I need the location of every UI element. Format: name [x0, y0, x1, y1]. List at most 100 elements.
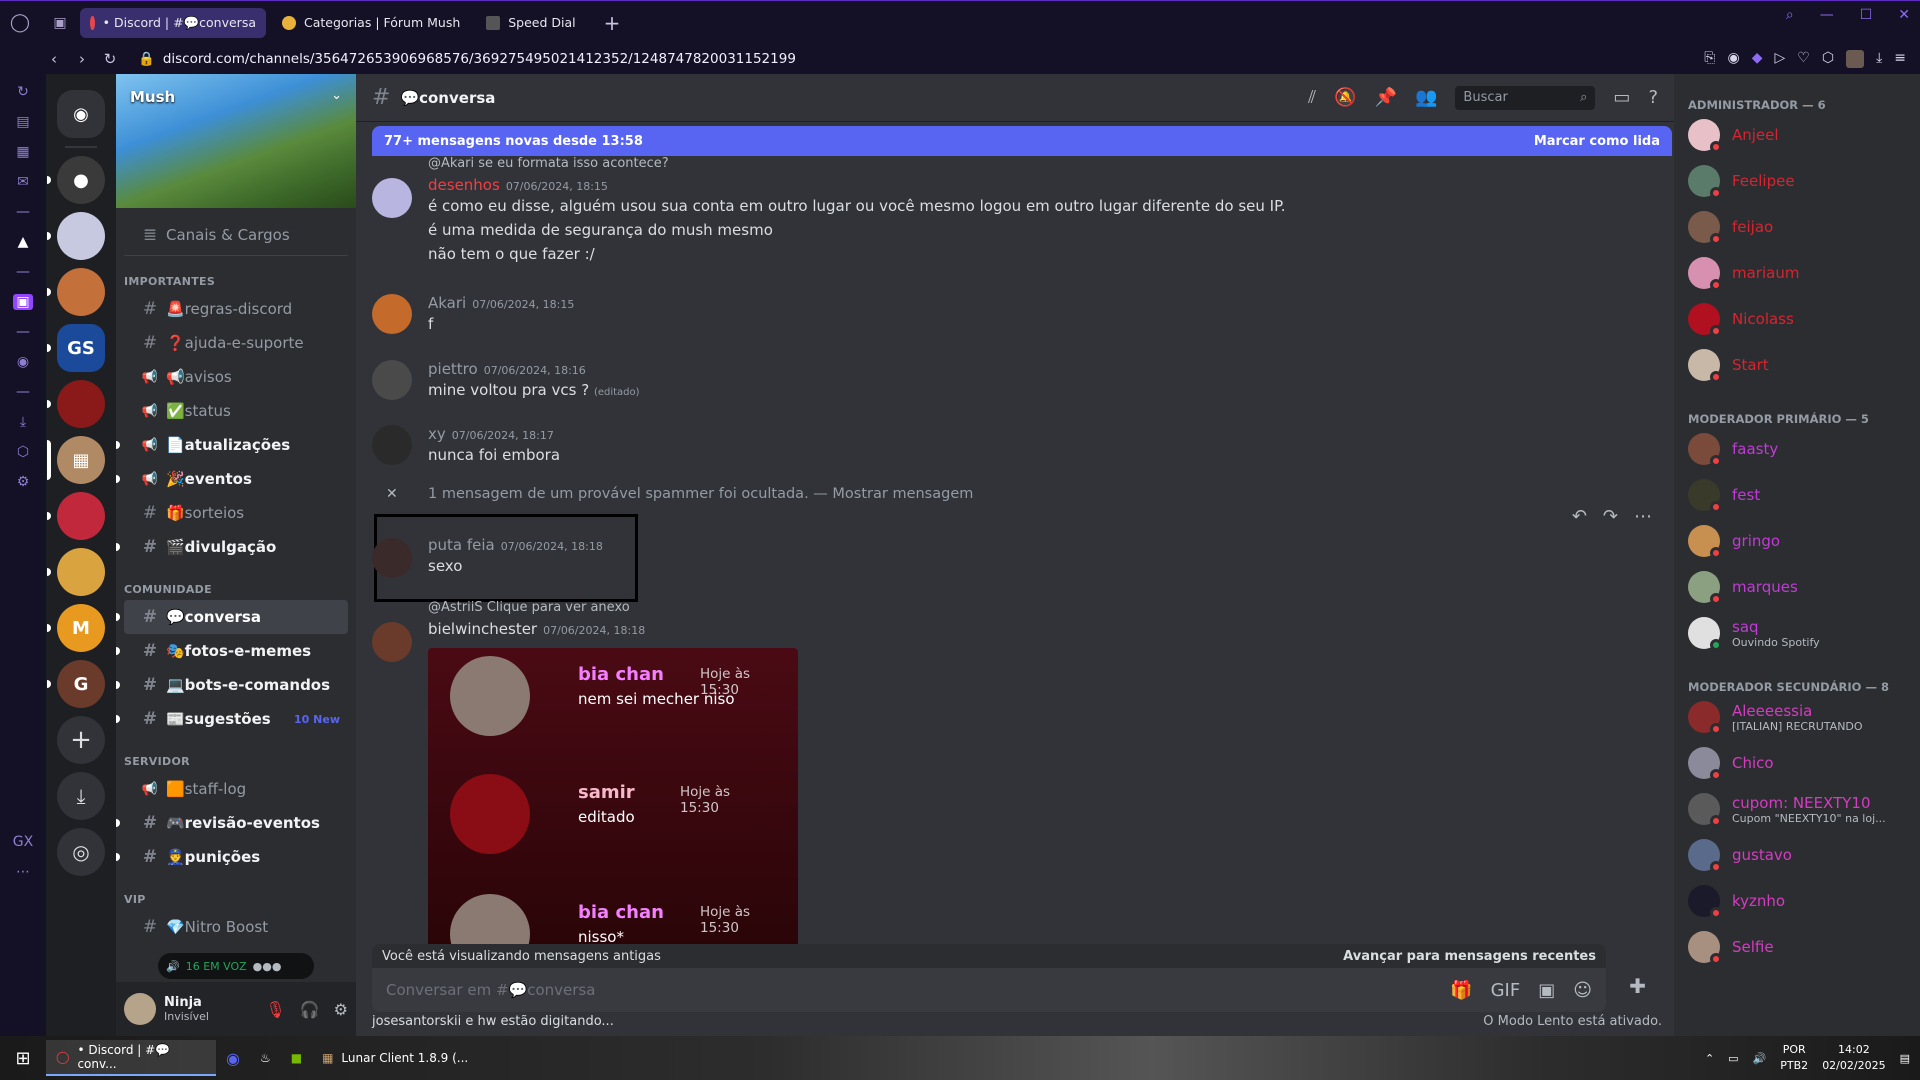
new-messages-bar[interactable]: 77+ mensagens novas desde 13:58 Marcar c…: [372, 126, 1672, 156]
server-icon-gs[interactable]: GS: [47, 324, 105, 372]
reload-button[interactable]: ↻: [96, 50, 124, 68]
workspace-icon[interactable]: ▣: [40, 15, 80, 31]
snapshot-icon[interactable]: ⎘: [1704, 50, 1715, 68]
channel-item[interactable]: # 🚨regras-discord: [124, 292, 348, 326]
member-item[interactable]: gustavo: [1682, 832, 1912, 878]
sticker-icon[interactable]: ▣: [1538, 980, 1555, 1001]
author-avatar[interactable]: [372, 360, 412, 400]
vpn-icon[interactable]: ◆: [1752, 50, 1763, 68]
help-icon[interactable]: ?: [1648, 87, 1658, 108]
author-name[interactable]: Akari: [428, 294, 466, 312]
author-avatar[interactable]: [372, 538, 412, 578]
maximize-button[interactable]: ☐: [1860, 7, 1873, 23]
notifications-icon[interactable]: ▤: [1900, 1052, 1910, 1065]
message[interactable]: xy 07/06/2024, 18:17 nunca foi embora: [372, 425, 1662, 467]
category-header[interactable]: SERVIDOR: [116, 742, 356, 772]
member-item[interactable]: fest: [1682, 472, 1912, 518]
download-apps-button[interactable]: ⤓: [57, 772, 105, 820]
member-item[interactable]: kyznho: [1682, 878, 1912, 924]
channel-item[interactable]: # 🎭fotos-e-memes: [116, 634, 348, 668]
discord-home-icon[interactable]: ◉: [57, 90, 105, 138]
server-icon-m[interactable]: M: [47, 604, 105, 652]
channel-item[interactable]: # 📰sugestões 10 New: [116, 702, 348, 736]
reply-preview[interactable]: @AstriiS Clique para ver anexo: [428, 600, 1662, 620]
extensions-icon[interactable]: ⬡: [1822, 50, 1834, 68]
emoji-icon[interactable]: ☺: [1573, 980, 1592, 1001]
close-icon[interactable]: ✕: [386, 486, 398, 502]
opera-logo-icon[interactable]: ◯: [0, 12, 40, 33]
reply-icon[interactable]: ↶: [1572, 506, 1587, 527]
settings-icon[interactable]: ⚙: [17, 474, 30, 490]
notifications-muted-icon[interactable]: 🔕: [1334, 87, 1356, 108]
threads-icon[interactable]: ⫽: [1308, 87, 1316, 108]
cube-icon[interactable]: ⬡: [17, 444, 29, 460]
channel-item[interactable]: # 👮punições: [116, 840, 348, 874]
author-avatar[interactable]: [372, 178, 412, 218]
channel-item[interactable]: 📢 🎉eventos: [116, 462, 348, 496]
message[interactable]: @Akari se eu formata isso acontece? dese…: [372, 156, 1662, 266]
tab-speed-dial[interactable]: Speed Dial: [476, 8, 585, 38]
author-avatar[interactable]: [372, 425, 412, 465]
pin-icon[interactable]: 📌: [1375, 87, 1397, 108]
member-list-icon[interactable]: 👥: [1415, 87, 1437, 108]
twitch-icon[interactable]: ▦: [16, 144, 29, 160]
server-banner[interactable]: Mush ⌄: [116, 74, 356, 208]
channel-item[interactable]: # 🎮revisão-eventos: [116, 806, 348, 840]
network-icon[interactable]: ▭: [1728, 1052, 1738, 1065]
send-icon[interactable]: ▷: [1774, 50, 1785, 68]
member-item[interactable]: faasty: [1682, 426, 1912, 472]
jump-to-present-button[interactable]: Avançar para mensagens recentes: [1343, 949, 1596, 964]
taskbar-lunar[interactable]: ▦ Lunar Client 1.8.9 (...: [312, 1040, 478, 1076]
volume-icon[interactable]: 🔊: [1753, 1052, 1767, 1065]
channel-item[interactable]: # 💻bots-e-comandos: [116, 668, 348, 702]
forward-icon[interactable]: ↷: [1603, 506, 1618, 527]
member-item[interactable]: gringo: [1682, 518, 1912, 564]
menu-icon[interactable]: ≡: [1894, 50, 1906, 68]
more-options-icon[interactable]: ⋯: [1634, 506, 1652, 527]
add-server-button[interactable]: +: [57, 716, 105, 764]
server-icon-2[interactable]: [47, 212, 105, 260]
headphones-icon[interactable]: 🎧: [300, 1000, 320, 1019]
twitch-app-icon[interactable]: ▣: [13, 294, 33, 310]
message[interactable]: Akari 07/06/2024, 18:15 f: [372, 294, 1662, 336]
taskbar-discord[interactable]: ◉: [216, 1040, 250, 1076]
channel-item[interactable]: # 💎Nitro Boost: [124, 910, 348, 944]
windows-start-icon[interactable]: ⊞: [0, 1048, 46, 1069]
voice-indicator[interactable]: 🔊 16 EM VOZ ●●●: [158, 953, 314, 979]
taskbar-nvidia[interactable]: ■: [281, 1040, 312, 1076]
explore-servers-button[interactable]: ◎: [57, 828, 105, 876]
gx-logo-icon[interactable]: GX: [13, 834, 33, 850]
more-icon[interactable]: ⋯: [16, 864, 30, 880]
member-item[interactable]: saq Ouvindo Spotify: [1682, 610, 1912, 656]
forward-button[interactable]: ›: [68, 50, 96, 68]
settings-gear-icon[interactable]: ⚙: [334, 1000, 348, 1019]
author-name[interactable]: xy: [428, 425, 446, 443]
author-name[interactable]: bielwinchester: [428, 620, 537, 638]
channel-item[interactable]: # ❓ajuda-e-suporte: [124, 326, 348, 360]
message[interactable]: piettro 07/06/2024, 18:16 mine voltou pra…: [372, 360, 1662, 405]
close-button[interactable]: ✕: [1898, 7, 1910, 23]
category-header[interactable]: VIP: [116, 880, 356, 910]
member-item[interactable]: Aleeeessia [ITALIAN] RECRUTANDO: [1682, 694, 1912, 740]
inbox-icon[interactable]: ▭: [1613, 87, 1630, 108]
chevron-down-icon[interactable]: ⌄: [331, 88, 342, 103]
apps-icon[interactable]: ✚: [1629, 974, 1646, 998]
mail-icon[interactable]: ✉: [17, 174, 29, 190]
member-item[interactable]: feijao: [1682, 204, 1912, 250]
tab-forum[interactable]: Categorias | Fórum Mush: [272, 8, 470, 38]
back-button[interactable]: ‹: [40, 50, 68, 68]
author-avatar[interactable]: [372, 622, 412, 662]
taskbar-app[interactable]: ♨: [250, 1040, 281, 1076]
gx-icon[interactable]: —: [16, 204, 30, 220]
downloads-icon[interactable]: ⤓: [20, 414, 26, 430]
aim-icon[interactable]: ▲: [18, 234, 29, 250]
message-input[interactable]: Conversar em #💬conversa 🎁 GIF ▣ ☺: [372, 968, 1606, 1012]
category-header[interactable]: COMUNIDADE: [116, 570, 356, 600]
search-input[interactable]: Buscar ⌕: [1455, 85, 1596, 110]
tray-chevron-icon[interactable]: ⌃: [1705, 1052, 1714, 1065]
mark-as-read-button[interactable]: Marcar como lida: [1534, 134, 1660, 149]
clock[interactable]: 14:02 02/02/2025: [1822, 1042, 1885, 1074]
author-avatar[interactable]: [372, 294, 412, 334]
channel-item[interactable]: 📢 📄atualizações: [116, 428, 348, 462]
channel-item[interactable]: 📢 🟧staff-log: [124, 772, 348, 806]
